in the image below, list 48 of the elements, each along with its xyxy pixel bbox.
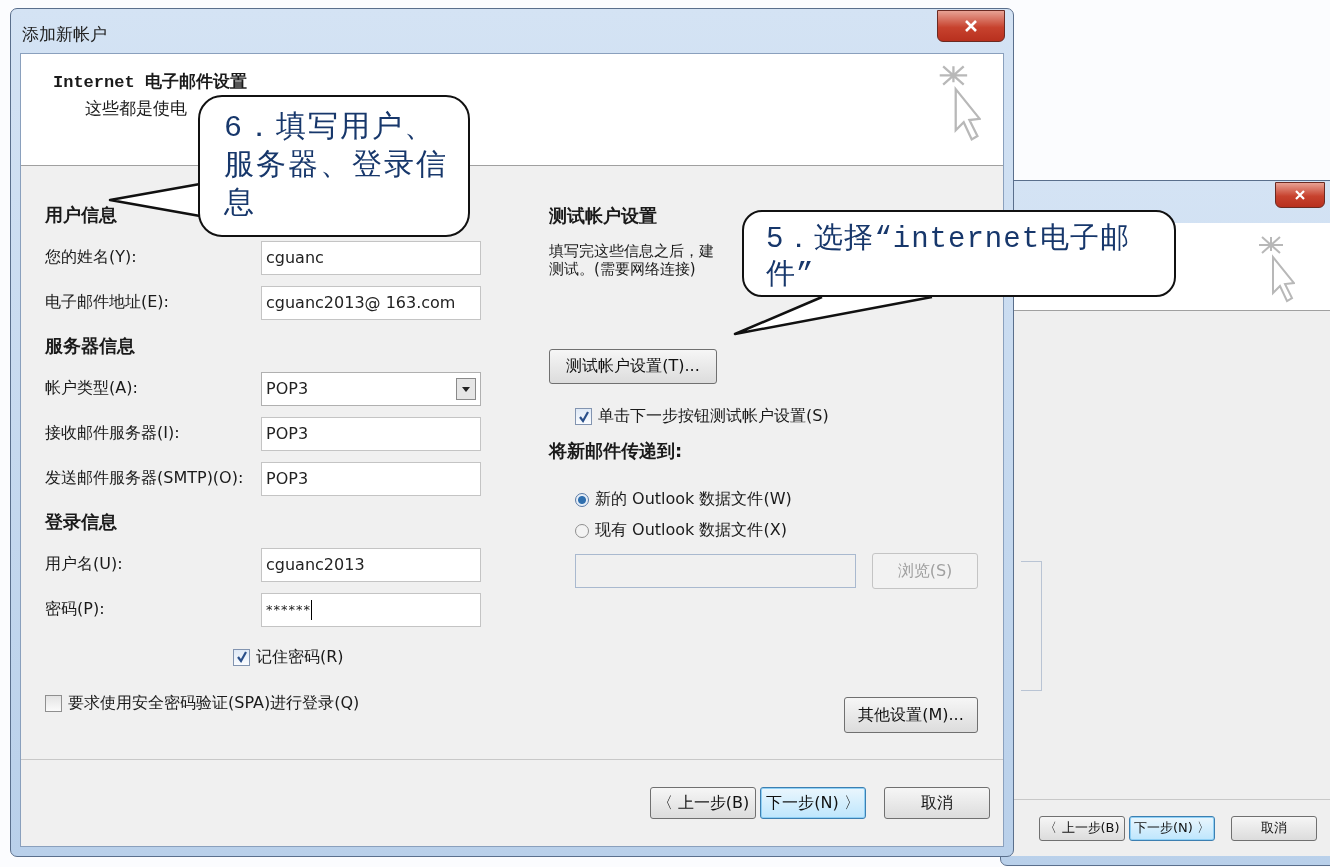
radio-button[interactable] xyxy=(575,492,589,507)
radio-button[interactable] xyxy=(575,523,589,538)
field-label: 接收邮件服务器(I): xyxy=(45,423,181,444)
wizard-button[interactable]: 取消 xyxy=(1231,815,1317,841)
section-heading: 测试帐户设置 xyxy=(549,204,657,228)
text-field[interactable]: cguanc2013@ 163.com xyxy=(261,285,481,320)
section-heading: 用户信息 xyxy=(45,202,117,227)
callout: 6．填写用户、服务器、登录信息 xyxy=(198,95,470,237)
wizard-button[interactable]: 取消 xyxy=(884,787,990,819)
wizard-button[interactable]: 〈 上一步(B) xyxy=(1039,815,1125,841)
field-label: 发送邮件服务器(SMTP)(O): xyxy=(45,468,245,489)
description-text: 填写完这些信息之后，建 xyxy=(549,242,714,260)
checkbox-label[interactable]: 单击下一步按钮测试帐户设置(S) xyxy=(598,406,829,427)
text-field[interactable]: POP3 xyxy=(261,461,481,496)
close-button[interactable] xyxy=(937,10,1005,42)
section-heading: 登录信息 xyxy=(45,509,117,534)
field-label: 电子邮件地址(E): xyxy=(45,292,170,313)
window-title: 添加新帐户 xyxy=(22,23,107,46)
test-settings-button[interactable]: 测试帐户设置(T)... xyxy=(549,349,717,384)
page-subtitle: 这些都是使电 xyxy=(85,97,188,120)
page-title: Internet 电子邮件设置 xyxy=(53,71,247,93)
text-field[interactable]: POP3 xyxy=(261,416,481,451)
section-heading: 将新邮件传递到: xyxy=(549,439,683,463)
wizard-button[interactable]: 〈 上一步(B) xyxy=(650,787,756,819)
description-text: 测试。(需要网络连接) xyxy=(549,260,697,278)
text-field[interactable]: cguanc2013 xyxy=(261,547,481,582)
checkbox-label[interactable]: 记住密码(R) xyxy=(256,646,344,668)
field-label: 密码(P): xyxy=(45,599,106,620)
file-path-field[interactable] xyxy=(575,554,856,588)
checkbox-label[interactable]: 要求使用安全密码验证(SPA)进行登录(Q) xyxy=(68,692,360,714)
field-label: 您的姓名(Y): xyxy=(45,247,138,268)
field-label: 帐户类型(A): xyxy=(45,378,139,399)
close-icon xyxy=(1294,190,1306,200)
checkbox[interactable] xyxy=(45,694,62,712)
radio-label[interactable]: 新的 Outlook 数据文件(W) xyxy=(595,489,792,510)
section-heading: 服务器信息 xyxy=(45,333,135,358)
checkbox[interactable] xyxy=(233,648,250,666)
checkbox[interactable] xyxy=(575,408,592,425)
close-icon xyxy=(964,20,978,32)
close-button[interactable] xyxy=(1275,182,1325,208)
wizard-button[interactable]: 下一步(N) 〉 xyxy=(760,787,866,819)
wizard-button[interactable]: 下一步(N) 〉 xyxy=(1129,815,1215,841)
dropdown[interactable]: POP3 xyxy=(261,371,481,406)
more-settings-button[interactable]: 其他设置(M)... xyxy=(844,697,978,733)
password-field[interactable]: ****** xyxy=(261,592,481,627)
text-field[interactable]: cguanc xyxy=(261,240,481,275)
field-label: 用户名(U): xyxy=(45,554,124,575)
radio-label[interactable]: 现有 Outlook 数据文件(X) xyxy=(595,520,787,541)
